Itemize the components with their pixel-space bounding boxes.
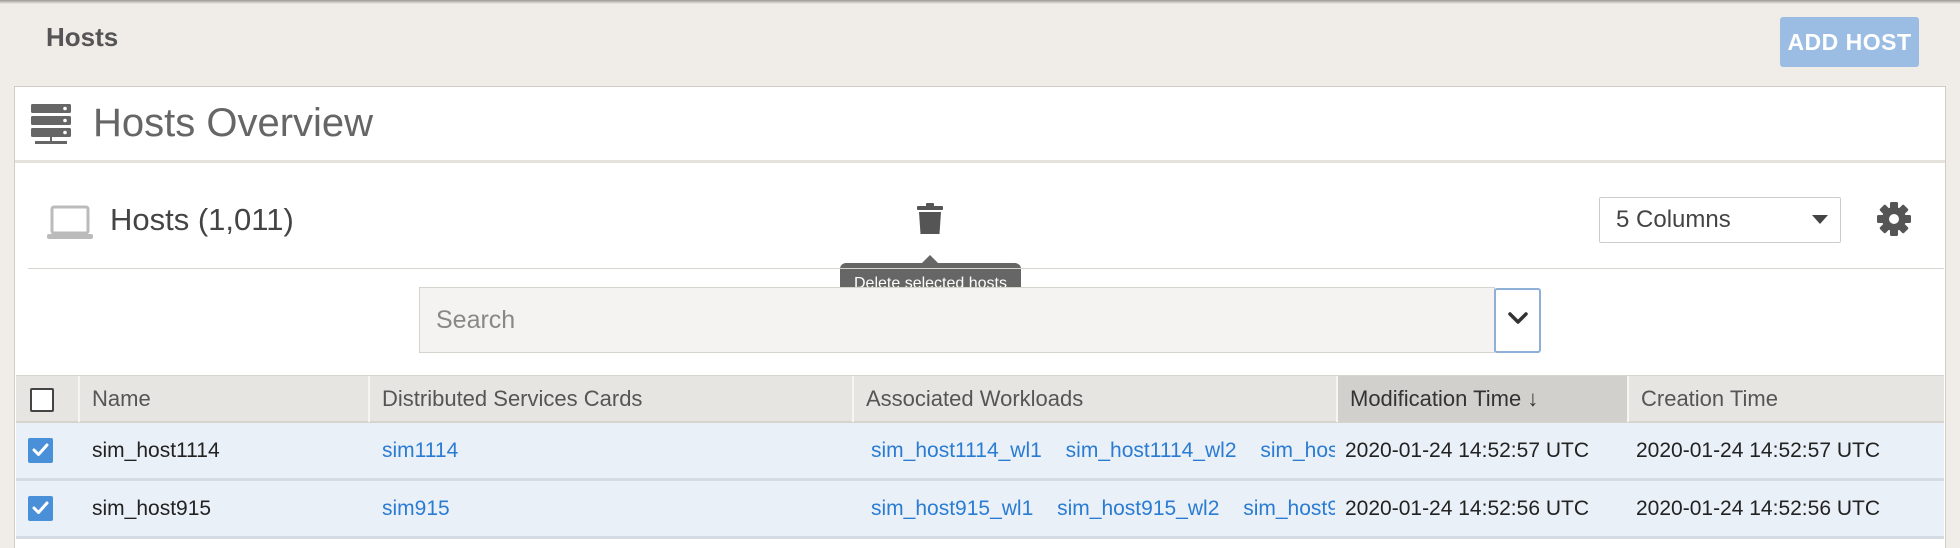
table-row[interactable]: sim_host915 sim915 sim_host915_wl1 sim_h…: [16, 481, 1944, 539]
modification-time: 2020-01-24 14:52:57 UTC: [1345, 439, 1589, 462]
hosts-count-title: Hosts (1,011): [110, 202, 294, 237]
table-row[interactable]: sim_host1114 sim1114 sim_host1114_wl1 si…: [16, 423, 1944, 481]
dsc-link[interactable]: sim1114: [382, 423, 852, 478]
workload-link[interactable]: sim_host915_wl2: [1057, 497, 1219, 520]
checkmark-icon: [32, 501, 49, 514]
laptop-icon: [47, 205, 93, 239]
row-checkbox[interactable]: [28, 438, 53, 463]
add-host-button[interactable]: ADD HOST: [1780, 17, 1919, 67]
column-header-name[interactable]: Name: [80, 376, 370, 422]
search-input[interactable]: [419, 287, 1495, 353]
column-header-creation-time[interactable]: Creation Time: [1629, 376, 1944, 422]
creation-time: 2020-01-24 14:52:56 UTC: [1636, 497, 1880, 520]
select-all-checkbox[interactable]: [30, 388, 54, 412]
columns-select[interactable]: 5 Columns: [1599, 197, 1841, 243]
dsc-link[interactable]: sim915: [382, 481, 852, 536]
column-header-workloads[interactable]: Associated Workloads: [854, 376, 1338, 422]
card-divider: [28, 268, 1944, 269]
host-name: sim_host1114: [92, 439, 220, 462]
table-header: Name Distributed Services Cards Associat…: [16, 375, 1944, 423]
workloads-cell: sim_host1114_wl1 sim_host1114_wl2 sim_ho…: [871, 423, 1335, 478]
sort-arrow-icon: ↓: [1527, 386, 1539, 411]
overview-title: Hosts Overview: [93, 101, 374, 145]
chevron-down-icon: [1812, 215, 1828, 224]
workload-link[interactable]: sim_host915_wl1: [871, 497, 1033, 520]
workloads-cell: sim_host915_wl1 sim_host915_wl2 sim_host…: [871, 481, 1335, 536]
workload-link[interactable]: sim_host1114_wl2: [1066, 439, 1237, 462]
select-all-header: [16, 376, 80, 422]
checkmark-icon: [32, 443, 49, 456]
server-icon: [31, 104, 71, 144]
column-header-modification-time[interactable]: Modification Time ↓: [1338, 376, 1629, 422]
row-checkbox[interactable]: [28, 496, 53, 521]
creation-time: 2020-01-24 14:52:57 UTC: [1636, 439, 1880, 462]
host-name: sim_host915: [92, 497, 212, 520]
search-dropdown-button[interactable]: [1494, 288, 1541, 353]
trash-icon[interactable]: [917, 203, 943, 235]
top-shadow: [0, 0, 1960, 4]
workload-link[interactable]: sim_host11: [1260, 439, 1335, 462]
workload-link[interactable]: sim_host915_: [1243, 497, 1335, 520]
column-header-dsc[interactable]: Distributed Services Cards: [370, 376, 854, 422]
workload-link[interactable]: sim_host1114_wl1: [871, 439, 1042, 462]
chevron-down-icon: [1508, 312, 1528, 324]
page-title: Hosts: [46, 22, 119, 52]
modification-time: 2020-01-24 14:52:56 UTC: [1345, 497, 1589, 520]
overview-header: Hosts Overview: [15, 87, 1945, 163]
gear-icon[interactable]: [1876, 201, 1912, 237]
column-header-label: Modification Time: [1350, 386, 1522, 411]
